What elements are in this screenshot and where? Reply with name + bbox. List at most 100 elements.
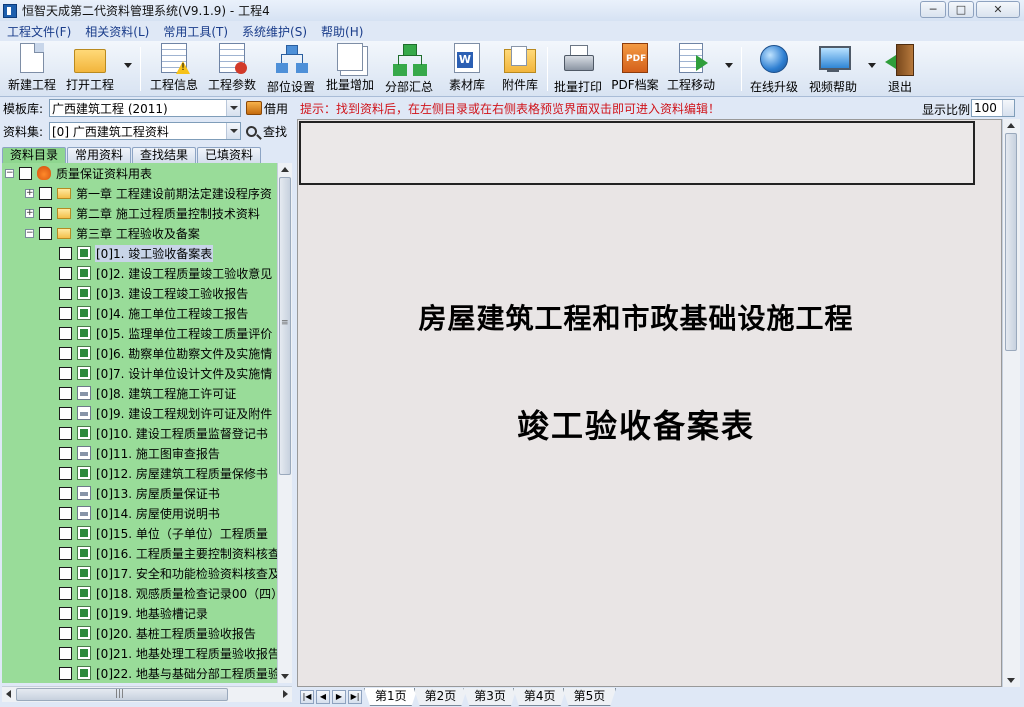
tab-filled[interactable]: 已填资料	[197, 147, 262, 163]
tab-catalog[interactable]: 资料目录	[2, 147, 67, 163]
tree-item[interactable]: [0]13. 房屋质量保证书	[59, 483, 221, 503]
checkbox[interactable]	[59, 606, 72, 620]
checkbox[interactable]	[59, 446, 72, 460]
tab-search-results[interactable]: 查找结果	[132, 147, 197, 163]
scroll-up-icon[interactable]	[281, 167, 289, 172]
scroll-thumb[interactable]: ≡	[279, 177, 291, 475]
maximize-button[interactable]: □	[948, 1, 974, 18]
tree-item[interactable]: [0]21. 地基处理工程质量验收报告	[59, 643, 277, 663]
first-page-button[interactable]: |◀	[300, 690, 314, 704]
checkbox[interactable]	[59, 626, 72, 640]
checkbox[interactable]	[59, 506, 72, 520]
tree-item[interactable]: [0]22. 地基与基础分部工程质量验	[59, 663, 277, 683]
checkbox[interactable]	[59, 586, 72, 600]
open-project-dropdown-icon[interactable]	[124, 63, 132, 68]
tree-item[interactable]: [0]5. 监理单位工程竣工质量评价	[59, 323, 273, 343]
project-params-button[interactable]: 工程参数	[206, 43, 258, 95]
checkbox[interactable]	[59, 346, 72, 360]
checkbox[interactable]	[59, 326, 72, 340]
sheet-tab-page3[interactable]: 第3页	[463, 688, 517, 706]
prev-page-button[interactable]: ◀	[316, 690, 330, 704]
checkbox[interactable]	[59, 666, 72, 680]
tree-item[interactable]: [0]20. 基桩工程质量验收报告	[59, 623, 257, 643]
tree-item[interactable]: [0]14. 房屋使用说明书	[59, 503, 221, 523]
menu-common-tools[interactable]: 常用工具(T)	[156, 23, 235, 40]
document-preview[interactable]: 房屋建筑工程和市政基础设施工程 竣工验收备案表	[297, 119, 1002, 687]
checkbox[interactable]	[19, 166, 32, 180]
batch-add-button[interactable]: 批量增加	[324, 43, 376, 95]
tree-item[interactable]: [0]3. 建设工程竣工验收报告	[59, 283, 249, 303]
minimize-button[interactable]: ─	[920, 1, 946, 18]
scroll-thumb[interactable]: |||	[16, 688, 228, 701]
checkbox[interactable]	[59, 566, 72, 580]
part-settings-button[interactable]: 部位设置	[265, 43, 317, 95]
checkbox[interactable]	[59, 266, 72, 280]
tree-vertical-scrollbar[interactable]: ≡	[277, 163, 292, 683]
checkbox[interactable]	[59, 646, 72, 660]
sheet-tab-page1[interactable]: 第1页	[364, 688, 418, 706]
project-move-button[interactable]: 工程移动	[665, 43, 717, 95]
checkbox[interactable]	[59, 306, 72, 320]
checkbox[interactable]	[59, 366, 72, 380]
project-info-button[interactable]: 工程信息	[148, 43, 200, 95]
collapse-icon[interactable]: −	[25, 228, 34, 238]
checkbox[interactable]	[59, 486, 72, 500]
close-button[interactable]: ✕	[976, 1, 1020, 18]
checkbox[interactable]	[59, 526, 72, 540]
video-help-button[interactable]: 视频帮助	[807, 43, 859, 95]
chevron-down-icon[interactable]	[226, 100, 240, 116]
sheet-tab-page2[interactable]: 第2页	[414, 688, 468, 706]
batch-print-button[interactable]: 批量打印	[552, 43, 604, 95]
checkbox[interactable]	[59, 406, 72, 420]
tree-item[interactable]: [0]10. 建设工程质量监督登记书	[59, 423, 269, 443]
exit-button[interactable]: 退出	[874, 43, 926, 95]
scroll-down-icon[interactable]	[1007, 678, 1015, 683]
scroll-right-icon[interactable]	[283, 690, 288, 698]
checkbox[interactable]	[39, 186, 52, 200]
tree-item[interactable]: [0]8. 建筑工程施工许可证	[59, 383, 237, 403]
open-project-button[interactable]: 打开工程	[64, 43, 116, 95]
tree-chapter[interactable]: + 第二章 施工过程质量控制技术资料	[25, 203, 261, 223]
tab-common[interactable]: 常用资料	[67, 147, 132, 163]
last-page-button[interactable]: ▶|	[348, 690, 362, 704]
menu-related-data[interactable]: 相关资料(L)	[78, 23, 156, 40]
chevron-down-icon[interactable]	[226, 123, 240, 139]
collapse-icon[interactable]: −	[5, 168, 14, 178]
tree-chapter[interactable]: − 第三章 工程验收及备案	[25, 223, 201, 243]
sub-summary-button[interactable]: 分部汇总	[383, 43, 435, 95]
borrow-button[interactable]: 借用	[246, 99, 288, 117]
tree-item[interactable]: [0]18. 观感质量检查记录00（四）	[59, 583, 277, 603]
tree-item[interactable]: [0]9. 建设工程规划许可证及附件	[59, 403, 273, 423]
scroll-down-icon[interactable]	[281, 674, 289, 679]
tree-item[interactable]: [0]1. 竣工验收备案表	[59, 243, 214, 263]
attachment-lib-button[interactable]: 附件库	[494, 43, 546, 95]
tree-item[interactable]: [0]16. 工程质量主要控制资料核查	[59, 543, 277, 563]
online-upgrade-button[interactable]: 在线升级	[748, 43, 800, 95]
menu-project-file[interactable]: 工程文件(F)	[0, 23, 78, 40]
expand-icon[interactable]: +	[25, 188, 34, 198]
scroll-up-icon[interactable]	[1007, 123, 1015, 128]
scroll-thumb[interactable]	[1005, 133, 1017, 351]
tree-horizontal-scrollbar[interactable]: |||	[2, 686, 292, 702]
checkbox[interactable]	[39, 206, 52, 220]
zoom-input[interactable]: 100	[971, 99, 1015, 117]
checkbox[interactable]	[59, 546, 72, 560]
next-page-button[interactable]: ▶	[332, 690, 346, 704]
pdf-archive-button[interactable]: PDF档案	[609, 43, 661, 95]
menu-help[interactable]: 帮助(H)	[314, 23, 370, 40]
document-header-box[interactable]	[299, 121, 975, 185]
sheet-tab-page5[interactable]: 第5页	[563, 688, 617, 706]
sheet-tab-page4[interactable]: 第4页	[513, 688, 567, 706]
tree-root[interactable]: − 质量保证资料用表	[5, 163, 153, 183]
dataset-select[interactable]: [0] 广西建筑工程资料	[49, 122, 241, 140]
scroll-left-icon[interactable]	[6, 690, 11, 698]
checkbox[interactable]	[39, 226, 52, 240]
tree-item[interactable]: [0]6. 勘察单位勘察文件及实施情	[59, 343, 273, 363]
tree-item[interactable]: [0]4. 施工单位工程竣工报告	[59, 303, 249, 323]
tree-item[interactable]: [0]12. 房屋建筑工程质量保修书	[59, 463, 269, 483]
checkbox[interactable]	[59, 386, 72, 400]
checkbox[interactable]	[59, 246, 72, 260]
checkbox[interactable]	[59, 466, 72, 480]
new-project-button[interactable]: 新建工程	[6, 43, 58, 95]
tree-item[interactable]: [0]15. 单位（子单位）工程质量	[59, 523, 269, 543]
